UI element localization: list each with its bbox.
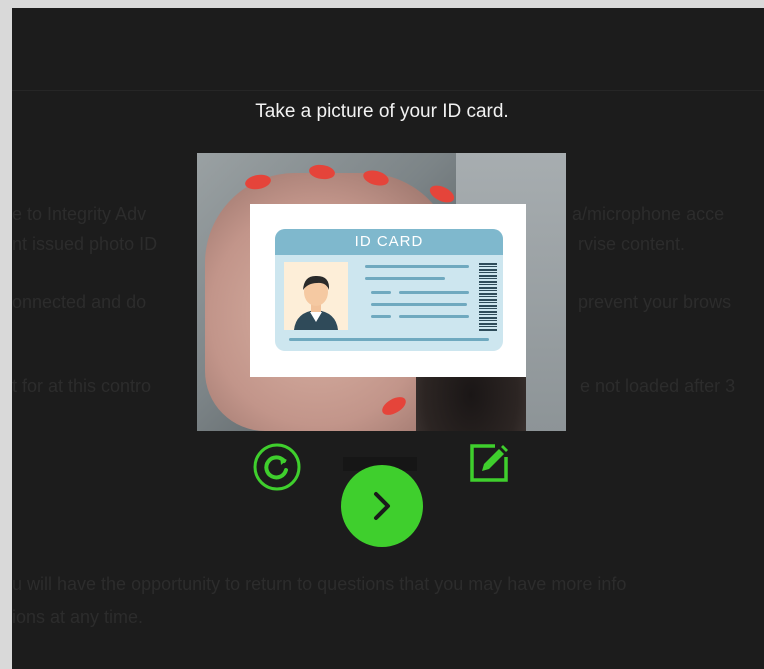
barcode bbox=[479, 263, 497, 331]
id-card-line bbox=[289, 338, 489, 341]
background-text-line: onnected and do bbox=[12, 292, 147, 312]
background-text-line: rvise content. bbox=[578, 234, 686, 254]
background-text-line: a/microphone acce bbox=[572, 204, 725, 224]
id-card-line bbox=[371, 303, 467, 306]
divider bbox=[12, 90, 764, 91]
chevron-right-icon bbox=[374, 492, 390, 520]
background-text-line: e not loaded after 3 bbox=[580, 376, 736, 396]
background-text-line: t for at this contro bbox=[12, 376, 152, 396]
background-text-line: e to Integrity Adv bbox=[12, 204, 147, 224]
id-card-line bbox=[365, 265, 469, 268]
retake-button[interactable] bbox=[253, 443, 301, 491]
id-card-line bbox=[371, 315, 391, 318]
id-card-line bbox=[365, 277, 445, 280]
next-button[interactable] bbox=[341, 465, 423, 547]
edit-pencil-icon bbox=[470, 444, 508, 482]
id-card-line bbox=[371, 291, 391, 294]
background-text-line: nt issued photo ID bbox=[12, 234, 158, 254]
id-card-label: ID CARD bbox=[275, 229, 503, 255]
background-text-line: u will have the opportunity to return to… bbox=[12, 574, 627, 594]
id-card-illustration: ID CARD bbox=[275, 229, 503, 351]
background-text-line: prevent your brows bbox=[578, 292, 732, 312]
background-text-line: ions at any time. bbox=[12, 607, 144, 627]
id-card-guide: ID CARD bbox=[250, 204, 526, 377]
retake-rotate-icon bbox=[253, 443, 301, 491]
id-card-line bbox=[399, 291, 469, 294]
edit-button[interactable] bbox=[467, 441, 511, 485]
modal-title: Take a picture of your ID card. bbox=[255, 101, 509, 122]
person-avatar-icon bbox=[284, 262, 348, 330]
id-card-line bbox=[399, 315, 469, 318]
